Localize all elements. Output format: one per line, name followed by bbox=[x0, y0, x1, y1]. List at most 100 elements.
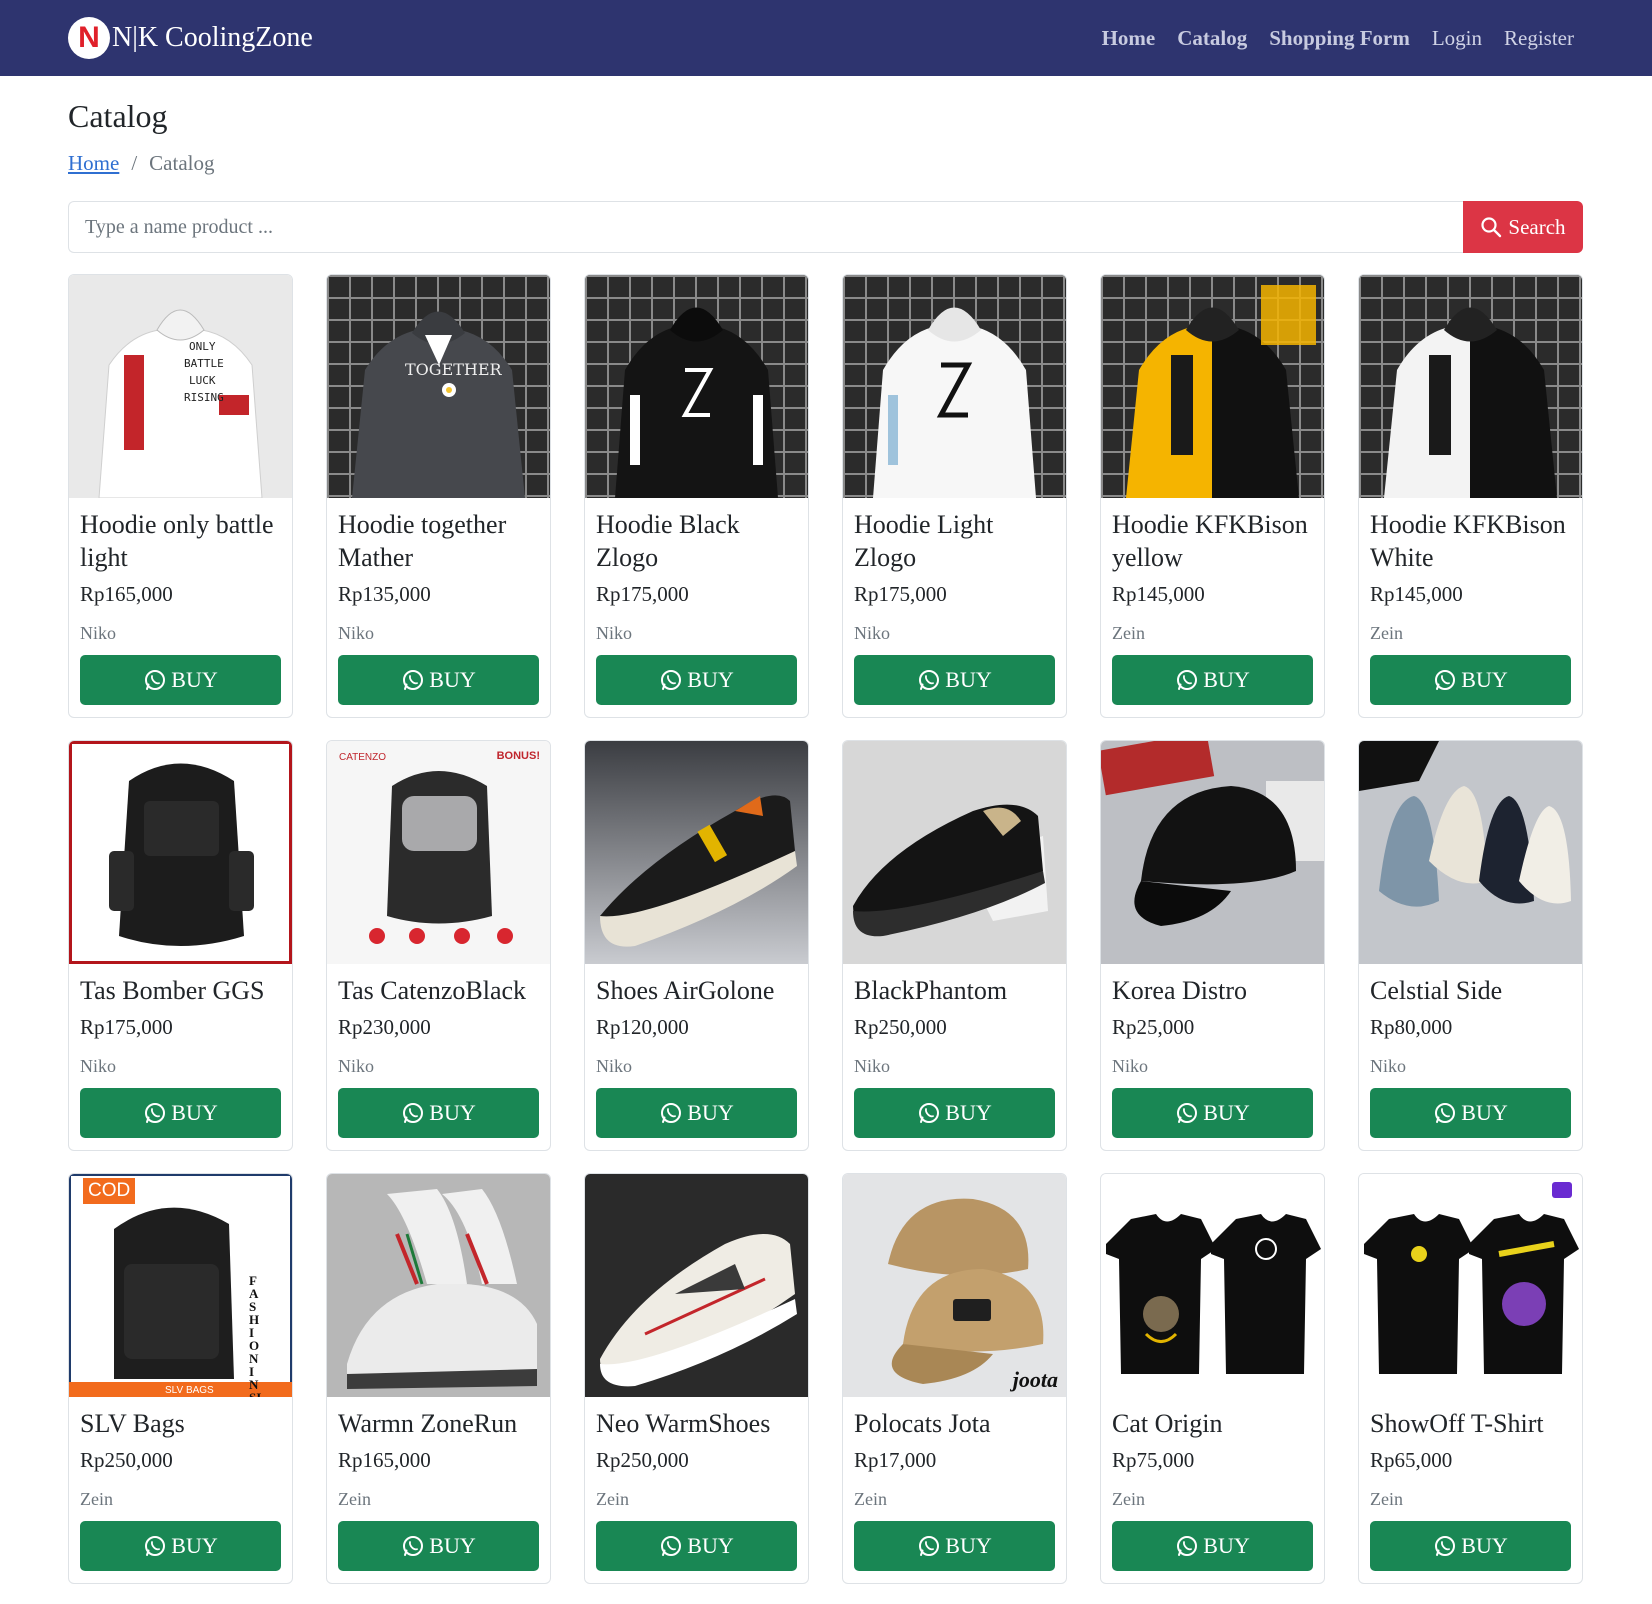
product-price: Rp65,000 bbox=[1370, 1448, 1453, 1472]
nav-login[interactable]: Login bbox=[1432, 26, 1482, 51]
product-image[interactable] bbox=[1359, 275, 1582, 498]
whatsapp-icon bbox=[1177, 670, 1198, 690]
product-card: Neo WarmShoes Rp250,000 Zein BUY bbox=[584, 1173, 809, 1584]
buy-button[interactable]: BUY bbox=[596, 1521, 797, 1571]
search-button[interactable]: Search bbox=[1463, 201, 1583, 253]
breadcrumb-home-link[interactable]: Home bbox=[68, 151, 119, 176]
product-name: Tas Bomber GGS bbox=[80, 976, 265, 1005]
buy-button[interactable]: BUY bbox=[596, 1088, 797, 1138]
product-image[interactable]: joota bbox=[843, 1174, 1066, 1397]
product-name: Polocats Jota bbox=[854, 1409, 991, 1438]
product-price: Rp75,000 bbox=[1112, 1448, 1195, 1472]
svg-text:ONLY: ONLY bbox=[189, 340, 216, 353]
svg-text:RISING: RISING bbox=[184, 391, 224, 404]
product-seller: Zein bbox=[1112, 623, 1145, 643]
product-card: Warmn ZoneRun Rp165,000 Zein BUY bbox=[326, 1173, 551, 1584]
buy-button[interactable]: BUY bbox=[596, 655, 797, 705]
product-image[interactable] bbox=[585, 275, 808, 498]
product-image[interactable] bbox=[1359, 741, 1582, 964]
product-image[interactable] bbox=[69, 741, 292, 964]
product-seller: Niko bbox=[1112, 1056, 1148, 1076]
white-sneaker-image bbox=[585, 1174, 808, 1397]
product-name: ShowOff T-Shirt bbox=[1370, 1409, 1544, 1438]
catenzo-brand-label: CATENZO bbox=[339, 752, 387, 763]
buy-label: BUY bbox=[429, 1533, 476, 1558]
buy-button[interactable]: BUY bbox=[854, 655, 1055, 705]
buy-button[interactable]: BUY bbox=[854, 1521, 1055, 1571]
whatsapp-icon bbox=[919, 670, 940, 690]
product-image[interactable] bbox=[843, 741, 1066, 964]
product-price: Rp165,000 bbox=[338, 1448, 431, 1472]
buy-label: BUY bbox=[945, 667, 992, 692]
navbar: N N|K CoolingZone Home Catalog Shopping … bbox=[0, 0, 1652, 76]
whatsapp-icon bbox=[1435, 1103, 1456, 1123]
product-seller: Niko bbox=[854, 1056, 890, 1076]
product-card: Hoodie KFKBison White Rp145,000 Zein BUY bbox=[1358, 274, 1583, 718]
product-card: joota Polocats Jota Rp17,000 Zein BUY bbox=[842, 1173, 1067, 1584]
search-input[interactable] bbox=[68, 201, 1463, 253]
buy-button[interactable]: BUY bbox=[338, 655, 539, 705]
product-image[interactable] bbox=[1101, 741, 1324, 964]
product-image[interactable] bbox=[327, 1174, 550, 1397]
product-image[interactable]: ONLY BATTLE LUCK RISING bbox=[69, 275, 292, 498]
buy-button[interactable]: BUY bbox=[338, 1521, 539, 1571]
buy-button[interactable]: BUY bbox=[338, 1088, 539, 1138]
buy-button[interactable]: BUY bbox=[1370, 1088, 1571, 1138]
product-image[interactable] bbox=[1101, 1174, 1324, 1397]
product-image[interactable] bbox=[1359, 1174, 1582, 1397]
product-image[interactable] bbox=[1101, 275, 1324, 498]
joota-logo-label: joota bbox=[1012, 1367, 1058, 1392]
product-image[interactable] bbox=[843, 275, 1066, 498]
whatsapp-icon bbox=[145, 670, 166, 690]
product-image[interactable]: TOGETHER bbox=[327, 275, 550, 498]
buy-label: BUY bbox=[429, 1100, 476, 1125]
product-seller: Niko bbox=[80, 623, 116, 643]
white-hoodie-image: ONLY BATTLE LUCK RISING bbox=[69, 275, 292, 498]
product-seller: Niko bbox=[80, 1056, 116, 1076]
product-card: Shoes AirGolone Rp120,000 Niko BUY bbox=[584, 740, 809, 1151]
product-card: Korea Distro Rp25,000 Niko BUY bbox=[1100, 740, 1325, 1151]
product-name: Warmn ZoneRun bbox=[338, 1409, 518, 1438]
breadcrumb: Home / Catalog bbox=[68, 151, 215, 176]
buy-label: BUY bbox=[171, 1533, 218, 1558]
buy-button[interactable]: BUY bbox=[1112, 1088, 1313, 1138]
product-image[interactable]: CATENZO BONUS! bbox=[327, 741, 550, 964]
product-card: Tas Bomber GGS Rp175,000 Niko BUY bbox=[68, 740, 293, 1151]
buy-button[interactable]: BUY bbox=[1370, 1521, 1571, 1571]
product-image[interactable]: COD FASHION INSIDER SLV BAGS bbox=[69, 1174, 292, 1397]
product-image[interactable] bbox=[585, 1174, 808, 1397]
brand-link[interactable]: N N|K CoolingZone bbox=[68, 17, 313, 59]
buy-button[interactable]: BUY bbox=[854, 1088, 1055, 1138]
nav-catalog[interactable]: Catalog bbox=[1177, 26, 1247, 51]
product-name: SLV Bags bbox=[80, 1409, 185, 1438]
product-image[interactable] bbox=[585, 741, 808, 964]
buy-button[interactable]: BUY bbox=[1112, 1521, 1313, 1571]
buy-label: BUY bbox=[1461, 1100, 1508, 1125]
slv-bags-label: SLV BAGS bbox=[165, 1385, 214, 1396]
product-seller: Zein bbox=[854, 1489, 887, 1509]
buy-button[interactable]: BUY bbox=[80, 1521, 281, 1571]
brand-logo-letter: N bbox=[78, 21, 100, 54]
buy-button[interactable]: BUY bbox=[1370, 655, 1571, 705]
product-name: Cat Origin bbox=[1112, 1409, 1223, 1438]
buy-label: BUY bbox=[1461, 1533, 1508, 1558]
buy-label: BUY bbox=[1461, 667, 1508, 692]
product-card: COD FASHION INSIDER SLV BAGS SLV Bags Rp… bbox=[68, 1173, 293, 1584]
product-card: TOGETHER Hoodie together Mather Rp135,00… bbox=[326, 274, 551, 718]
buy-label: BUY bbox=[945, 1533, 992, 1558]
grey-hoodie-image: TOGETHER bbox=[352, 311, 525, 498]
brand-logo: N bbox=[68, 17, 110, 59]
nav-shopping-form[interactable]: Shopping Form bbox=[1269, 26, 1410, 51]
nav-register[interactable]: Register bbox=[1504, 26, 1574, 51]
breadcrumb-separator: / bbox=[131, 151, 138, 175]
buy-button[interactable]: BUY bbox=[80, 1088, 281, 1138]
product-card: Hoodie Black Zlogo Rp175,000 Niko BUY bbox=[584, 274, 809, 718]
buy-button[interactable]: BUY bbox=[80, 655, 281, 705]
black-tshirts-image bbox=[1101, 1174, 1324, 1397]
whatsapp-icon bbox=[145, 1536, 166, 1556]
buy-button[interactable]: BUY bbox=[1112, 655, 1313, 705]
whatsapp-icon bbox=[403, 670, 424, 690]
black-tshirts-image bbox=[1359, 1174, 1582, 1397]
canvas-sneakers-image bbox=[1359, 741, 1582, 964]
nav-home[interactable]: Home bbox=[1102, 26, 1156, 51]
